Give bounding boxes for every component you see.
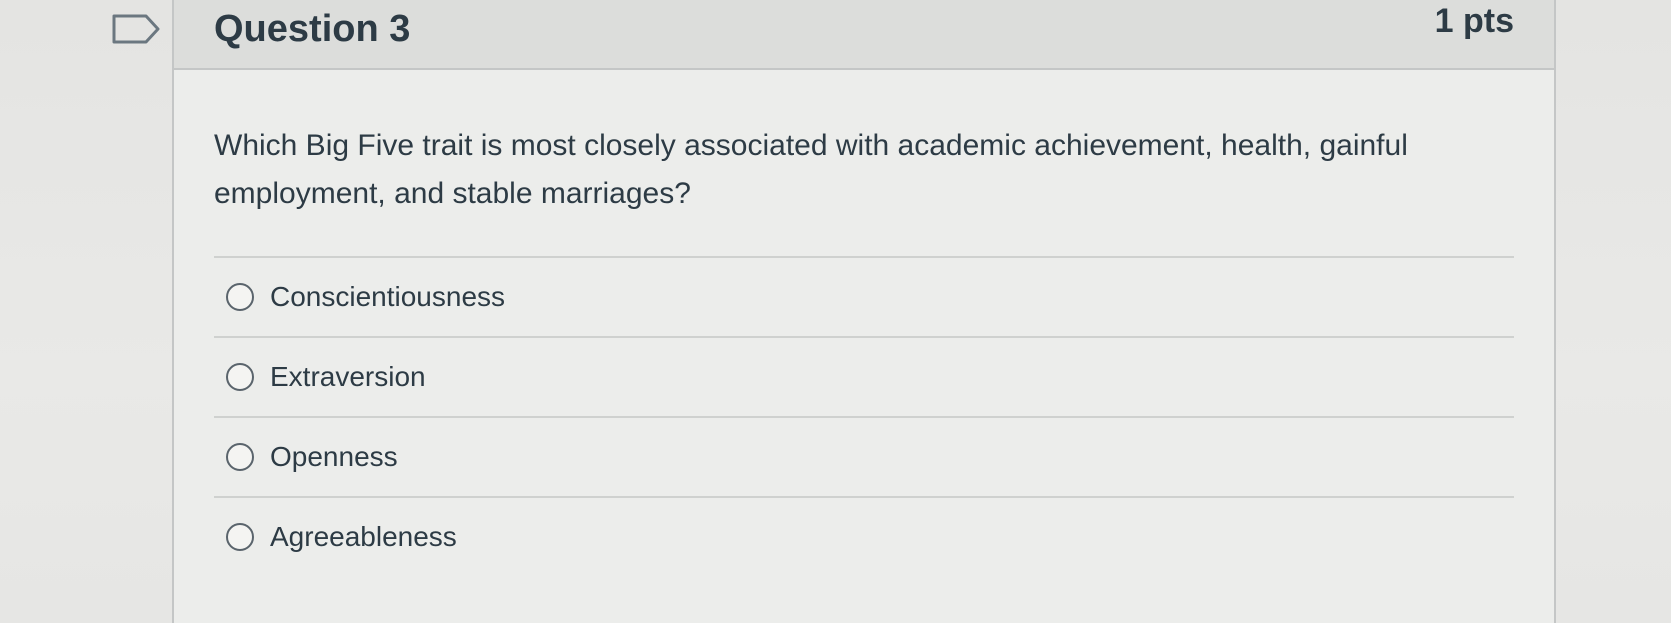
- quiz-page: Question 3 1 pts Which Big Five trait is…: [0, 0, 1671, 623]
- answer-list: Conscientiousness Extraversion Openness …: [214, 256, 1514, 576]
- radio-button-icon[interactable]: [226, 523, 254, 551]
- answer-label: Openness: [270, 441, 398, 472]
- question-points: 1 pts: [1434, 2, 1514, 40]
- flag-question-icon[interactable]: [112, 12, 162, 46]
- radio-button-icon[interactable]: [226, 443, 254, 471]
- question-header: Question 3 1 pts: [174, 0, 1554, 70]
- question-text: Which Big Five trait is most closely ass…: [214, 129, 1408, 210]
- answer-option-openness[interactable]: Openness: [214, 416, 1514, 496]
- question-title: Question 3: [214, 8, 411, 50]
- answer-option-agreeableness[interactable]: Agreeableness: [214, 496, 1514, 576]
- answer-label: Extraversion: [270, 361, 426, 392]
- answer-option-conscientiousness[interactable]: Conscientiousness: [214, 256, 1514, 336]
- radio-button-icon[interactable]: [226, 283, 254, 311]
- answer-option-extraversion[interactable]: Extraversion: [214, 336, 1514, 416]
- answer-label: Agreeableness: [270, 521, 457, 552]
- answer-label: Conscientiousness: [270, 281, 506, 312]
- question-card: Question 3 1 pts Which Big Five trait is…: [172, 0, 1556, 623]
- radio-button-icon[interactable]: [226, 363, 254, 391]
- question-body: Which Big Five trait is most closely ass…: [214, 122, 1504, 218]
